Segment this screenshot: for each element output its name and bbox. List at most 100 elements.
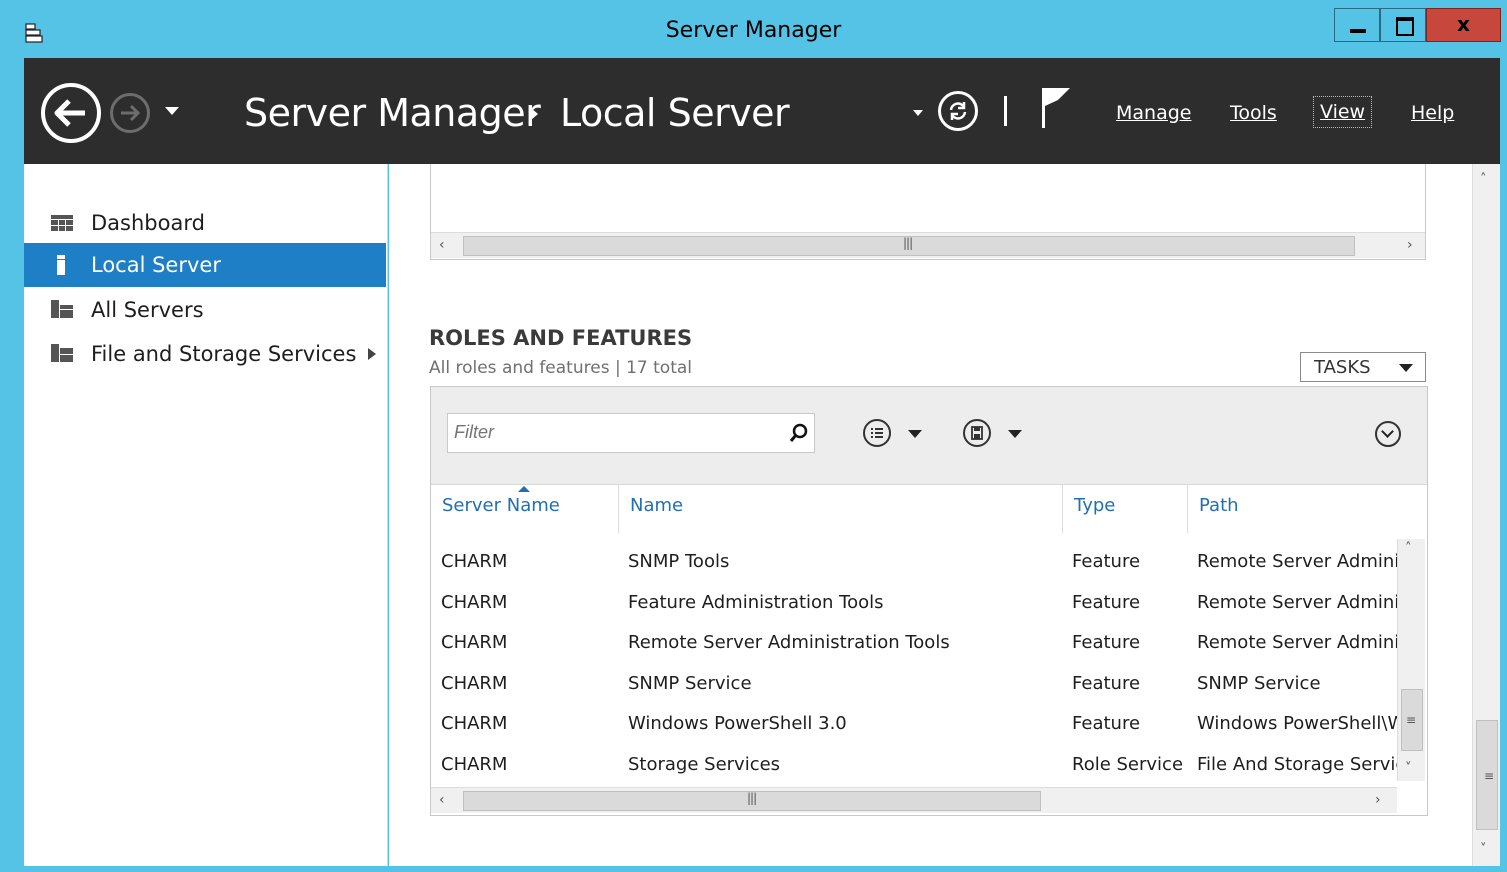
cell-path: Windows PowerShell\Windows PowerShell 3.… [1197,713,1397,734]
scroll-left-icon[interactable]: ‹ [439,237,445,253]
scroll-left-icon[interactable]: ‹ [439,792,445,808]
sidebar-item-label: File and Storage Services [91,342,357,366]
breadcrumb-dropdown-icon[interactable] [913,110,923,116]
cell-type: Feature [1072,713,1141,734]
scroll-up-icon[interactable]: ˄ [1405,541,1412,556]
roles-features-grid: Server Name Name Type Path CHARM SNMP To… [430,386,1428,816]
refresh-icon[interactable] [938,91,978,131]
tasks-button[interactable]: TASKS [1300,352,1426,382]
cell-server-name: CHARM [441,551,508,572]
sidebar: Dashboard Local Server All Servers File … [24,164,388,866]
cell-name: Remote Server Administration Tools [628,632,950,653]
column-header-name[interactable]: Name [630,495,683,516]
table-row[interactable]: CHARM SNMP Service Feature SNMP Service [431,665,1397,705]
breadcrumb-root[interactable]: Server Manager [244,91,541,135]
dashboard-icon [51,215,73,231]
grip-icon: ≡ [1484,769,1495,783]
window-title: Server Manager [665,18,842,43]
section-subtitle: All roles and features | 17 total [429,358,693,378]
list-options-dropdown-icon[interactable] [908,430,922,438]
column-header-server-name[interactable]: Server Name [442,495,560,516]
sidebar-item-label: Dashboard [91,211,205,235]
cell-path: Remote Server Administration Tools\Featu… [1197,551,1397,572]
expand-collapse-icon[interactable] [1375,421,1401,447]
grid-vertical-scrollbar[interactable]: ˄ ≡ ˅ [1397,539,1425,781]
column-header-path[interactable]: Path [1199,495,1239,516]
grip-icon: ||| [747,791,757,805]
cell-path: SNMP Service [1197,673,1321,694]
table-row[interactable]: CHARM Storage Services Role Service File… [431,746,1397,786]
all-servers-icon [51,300,73,318]
minimize-button[interactable] [1334,8,1380,42]
sidebar-item-all-servers[interactable]: All Servers [24,288,386,332]
menu-view[interactable]: View [1313,96,1373,128]
tasks-label: TASKS [1314,357,1371,378]
maximize-button[interactable] [1380,8,1426,42]
forward-arrow-icon [121,104,141,122]
cell-type: Feature [1072,673,1141,694]
table-row[interactable]: CHARM SNMP Tools Feature Remote Server A… [431,543,1397,583]
search-icon[interactable] [788,422,810,444]
cell-name: Windows PowerShell 3.0 [628,713,847,734]
scrollbar-thumb[interactable]: ≡ [1476,720,1498,830]
filter-box[interactable] [447,413,815,453]
main-vertical-scrollbar[interactable]: ˄ ≡ ˅ [1472,164,1500,866]
menu-help[interactable]: Help [1411,102,1454,124]
window-titlebar: Server Manager x [0,0,1507,58]
cell-name: SNMP Service [628,673,752,694]
column-header-type[interactable]: Type [1074,495,1115,516]
column-divider[interactable] [1187,485,1188,533]
menu-tools[interactable]: Tools [1230,102,1277,124]
notifications-flag-icon[interactable] [1038,86,1074,130]
column-divider[interactable] [1062,485,1063,533]
expand-arrow-icon[interactable] [368,348,376,360]
close-button[interactable]: x [1426,8,1501,42]
grip-icon: ||| [903,236,913,250]
header-bar: Server Manager Local Server Manage Tools… [24,58,1500,164]
local-server-icon [57,255,65,275]
sidebar-item-label: Local Server [91,253,221,277]
sidebar-item-dashboard[interactable]: Dashboard [24,201,386,245]
scroll-right-icon[interactable]: › [1407,237,1413,253]
breadcrumb-current: Local Server [560,91,790,135]
history-dropdown-icon[interactable] [165,107,179,115]
save-query-dropdown-icon[interactable] [1008,430,1022,438]
cell-server-name: CHARM [441,713,508,734]
cell-server-name: CHARM [441,673,508,694]
back-arrow-icon [54,99,85,127]
grip-icon: ≡ [1406,713,1417,727]
section-title: ROLES AND FEATURES [429,326,693,350]
column-divider[interactable] [618,485,619,533]
table-row[interactable]: CHARM Windows PowerShell 3.0 Feature Win… [431,705,1397,745]
cell-path: Remote Server Administration Tools\Featu… [1197,592,1397,613]
cell-name: Feature Administration Tools [628,592,884,613]
file-storage-icon [51,344,73,362]
back-button[interactable] [41,83,101,143]
scroll-down-icon[interactable]: ˅ [1405,761,1412,776]
table-row[interactable]: CHARM Remote Server Administration Tools… [431,624,1397,664]
cell-type: Feature [1072,551,1141,572]
menu-manage[interactable]: Manage [1116,102,1191,124]
list-options-icon[interactable] [863,419,891,447]
cell-path: Remote Server Administration Tools [1197,632,1397,653]
scroll-right-icon[interactable]: › [1375,792,1381,808]
cell-server-name: CHARM [441,632,508,653]
cell-server-name: CHARM [441,754,508,775]
cell-name: Storage Services [628,754,781,775]
scroll-up-icon[interactable]: ˄ [1480,172,1487,187]
cell-server-name: CHARM [441,592,508,613]
grid-horizontal-scrollbar[interactable]: ‹ ||| › [431,787,1397,813]
properties-horizontal-scrollbar[interactable]: ‹ ||| › [431,232,1425,258]
filter-input[interactable] [454,422,774,443]
table-row[interactable]: CHARM Feature Administration Tools Featu… [431,584,1397,624]
save-query-icon[interactable] [963,419,991,447]
close-icon: x [1457,12,1470,36]
sidebar-item-file-storage[interactable]: File and Storage Services [24,332,386,376]
grid-toolbar [431,387,1427,485]
sidebar-item-local-server[interactable]: Local Server [24,243,386,287]
scroll-down-icon[interactable]: ˅ [1480,842,1487,857]
sidebar-item-label: All Servers [91,298,204,322]
properties-panel: ‹ ||| › [430,164,1426,260]
forward-button[interactable] [110,93,150,133]
cell-type: Role Service [1072,754,1184,775]
